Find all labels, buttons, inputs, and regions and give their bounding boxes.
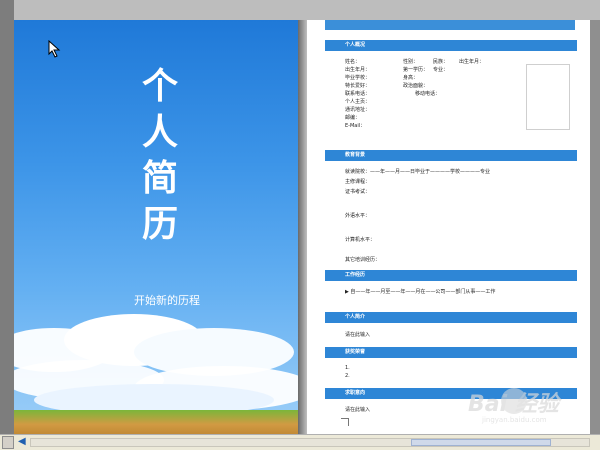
field-edu-skills: 其它培训经历： xyxy=(345,257,381,263)
horizontal-scrollbar[interactable] xyxy=(30,438,590,447)
field-mobile: 移动电话： xyxy=(415,91,441,97)
right-margin xyxy=(590,20,600,434)
field-work-entry: ▶ 自——年——月至——年——月在——公司——部门从事——工作 xyxy=(345,289,496,295)
field-extra: E-Mail： xyxy=(345,123,366,129)
cover-page: 个 人 简 历 开始新的历程 xyxy=(14,20,298,434)
grass-strip xyxy=(14,410,298,434)
field-gender: 性别： xyxy=(403,59,419,65)
field-photo-label: 出生年月： xyxy=(459,59,485,65)
section-header-personal: 个人概况 xyxy=(325,40,577,51)
corner-mark xyxy=(341,418,349,426)
mouse-pointer-icon xyxy=(48,40,61,58)
field-intent-text: 请在此输入 xyxy=(345,407,371,413)
field-edu-english: 外语水平： xyxy=(345,213,371,219)
document-workspace: 个 人 简 历 开始新的历程 个人概况 姓名： 性别： 民族： 出生年月： 出生… xyxy=(0,0,600,434)
baidu-watermark: Bai 经验 jingyan.baidu.com xyxy=(456,386,590,426)
cover-title-char: 个 xyxy=(141,66,178,107)
scrollbar-thumb[interactable] xyxy=(411,439,551,446)
field-edu-courses: 主修课程： xyxy=(345,179,371,185)
section-header-education: 教育背景 xyxy=(325,150,577,161)
resume-page: 个人概况 姓名： 性别： 民族： 出生年月： 出生年月： 第一学历： 专业： 毕… xyxy=(307,20,590,434)
bottom-toolbar: ◀ xyxy=(0,434,600,450)
field-qq: 邮编： xyxy=(345,115,361,121)
field-edu-period: 就读院校：——年——月——日毕业于————学校————专业 xyxy=(345,169,491,175)
top-margin xyxy=(14,0,600,20)
cover-title-char: 人 xyxy=(141,112,178,153)
field-edu-other: 证书考试： xyxy=(345,189,371,195)
page-gutter xyxy=(298,20,307,434)
cover-subtitle: 开始新的历程 xyxy=(134,294,200,307)
section-header-work: 工作经历 xyxy=(325,270,577,281)
field-honor-line: 2. xyxy=(345,373,350,379)
top-blue-bar xyxy=(325,20,575,30)
watermark-sub: jingyan.baidu.com xyxy=(482,416,547,424)
field-phone: 联系电话： xyxy=(345,91,371,97)
field-name: 姓名： xyxy=(345,59,361,65)
field-address: 通讯地址： xyxy=(345,107,371,113)
page-view-button[interactable] xyxy=(2,436,14,449)
field-intro-text: 请在此输入 xyxy=(345,332,371,338)
photo-placeholder[interactable] xyxy=(526,64,570,130)
field-email: 个人主页： xyxy=(345,99,371,105)
field-hobby: 特长爱好： xyxy=(345,83,371,89)
field-honor-line: 1. xyxy=(345,365,350,371)
field-political: 政治面貌： xyxy=(403,83,429,89)
section-header-honors: 获奖荣誉 xyxy=(325,347,577,358)
cover-title: 个 人 简 历 xyxy=(132,64,188,248)
cover-title-char: 历 xyxy=(141,204,178,245)
left-margin xyxy=(0,0,14,434)
field-birth: 出生年月： xyxy=(345,67,371,73)
field-major: 专业： xyxy=(433,67,449,73)
field-edu-computer: 计算机水平： xyxy=(345,237,376,243)
cover-title-char: 简 xyxy=(141,158,178,199)
section-header-intro: 个人简介 xyxy=(325,312,577,323)
field-degree: 第一学历： xyxy=(403,67,429,73)
field-height: 身高： xyxy=(403,75,419,81)
scroll-left-icon[interactable]: ◀ xyxy=(18,436,28,448)
watermark-main: Bai 经验 xyxy=(468,392,559,417)
field-ethnicity: 民族： xyxy=(433,59,449,65)
field-school: 毕业学校： xyxy=(345,75,371,81)
